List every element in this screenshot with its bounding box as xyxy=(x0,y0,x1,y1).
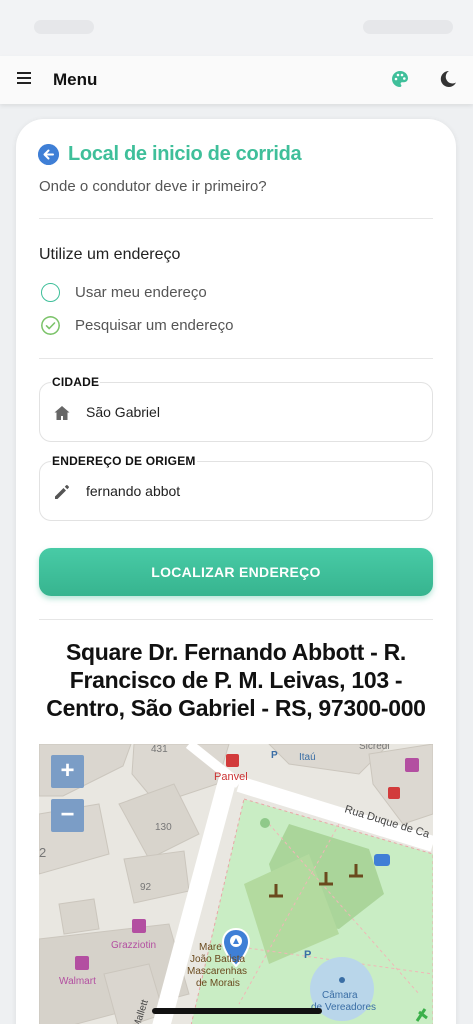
origin-address-field[interactable]: ENDEREÇO DE ORIGEM fernando abbot xyxy=(39,454,433,521)
option-label: Pesquisar um endereço xyxy=(75,317,234,334)
address-line: Francisco de P. M. Leivas, 103 - xyxy=(69,667,403,693)
resolved-address: Square Dr. Fernando Abbott - R. Francisc… xyxy=(30,638,442,722)
zoom-out-button[interactable]: − xyxy=(51,799,84,832)
divider xyxy=(39,358,433,359)
zoom-in-button[interactable]: + xyxy=(51,755,84,788)
map-label: Grazziotin xyxy=(111,940,156,951)
page-title: Local de inicio de corrida xyxy=(68,143,302,165)
city-value[interactable]: São Gabriel xyxy=(86,404,160,420)
map-label: Mare xyxy=(199,942,222,953)
address-mode-label: Utilize um endereço xyxy=(39,246,181,263)
address-line: Centro, São Gabriel - RS, 97300-000 xyxy=(46,695,426,721)
page-subtitle: Onde o condutor deve ir primeiro? xyxy=(39,178,267,195)
menu-title[interactable]: Menu xyxy=(53,70,97,90)
svg-text:P: P xyxy=(304,949,311,961)
radio-checked-icon[interactable] xyxy=(41,316,60,335)
divider xyxy=(39,218,433,219)
palette-icon[interactable] xyxy=(391,70,409,88)
map-label: 92 xyxy=(140,882,152,893)
map-label: Câmara xyxy=(322,990,358,1001)
origin-field-label: ENDEREÇO DE ORIGEM xyxy=(51,454,197,468)
map-label: Panvel xyxy=(214,771,248,783)
map-label: Walmart xyxy=(59,976,96,987)
back-arrow-icon[interactable] xyxy=(38,144,59,165)
origin-value[interactable]: fernando abbot xyxy=(86,483,180,499)
radio-unchecked-icon[interactable] xyxy=(41,283,60,302)
status-time-placeholder xyxy=(34,20,94,34)
map-label: 431 xyxy=(151,744,168,755)
map-label: Mascarenhas xyxy=(187,966,247,977)
option-label: Usar meu endereço xyxy=(75,284,207,301)
house-icon xyxy=(54,406,70,420)
map-label: Itaú xyxy=(299,752,316,763)
divider xyxy=(39,619,433,620)
status-bar xyxy=(0,0,473,56)
svg-text:P: P xyxy=(271,750,278,761)
hamburger-icon[interactable] xyxy=(17,72,31,84)
pencil-icon xyxy=(55,485,69,499)
moon-icon[interactable] xyxy=(438,69,458,89)
city-field-label: CIDADE xyxy=(51,375,101,389)
map-label: Sicredi xyxy=(359,744,390,752)
address-line: Square Dr. Fernando Abbott - R. xyxy=(66,639,406,665)
locate-address-button[interactable]: LOCALIZAR ENDEREÇO xyxy=(39,548,433,596)
map-label: 130 xyxy=(155,822,172,833)
home-indicator xyxy=(152,1008,322,1014)
city-field[interactable]: CIDADE São Gabriel xyxy=(39,375,433,442)
map-label: 2 xyxy=(39,845,46,860)
map-label: João Batista xyxy=(190,954,245,965)
top-app-bar: Menu xyxy=(0,56,473,104)
map-label: de Morais xyxy=(196,978,240,989)
map-view[interactable]: 431 Panvel P Itaú Sicredi Rua Duque de C… xyxy=(39,744,433,1024)
status-icons-placeholder xyxy=(363,20,453,34)
map-canvas[interactable]: 431 Panvel P Itaú Sicredi Rua Duque de C… xyxy=(39,744,433,1024)
